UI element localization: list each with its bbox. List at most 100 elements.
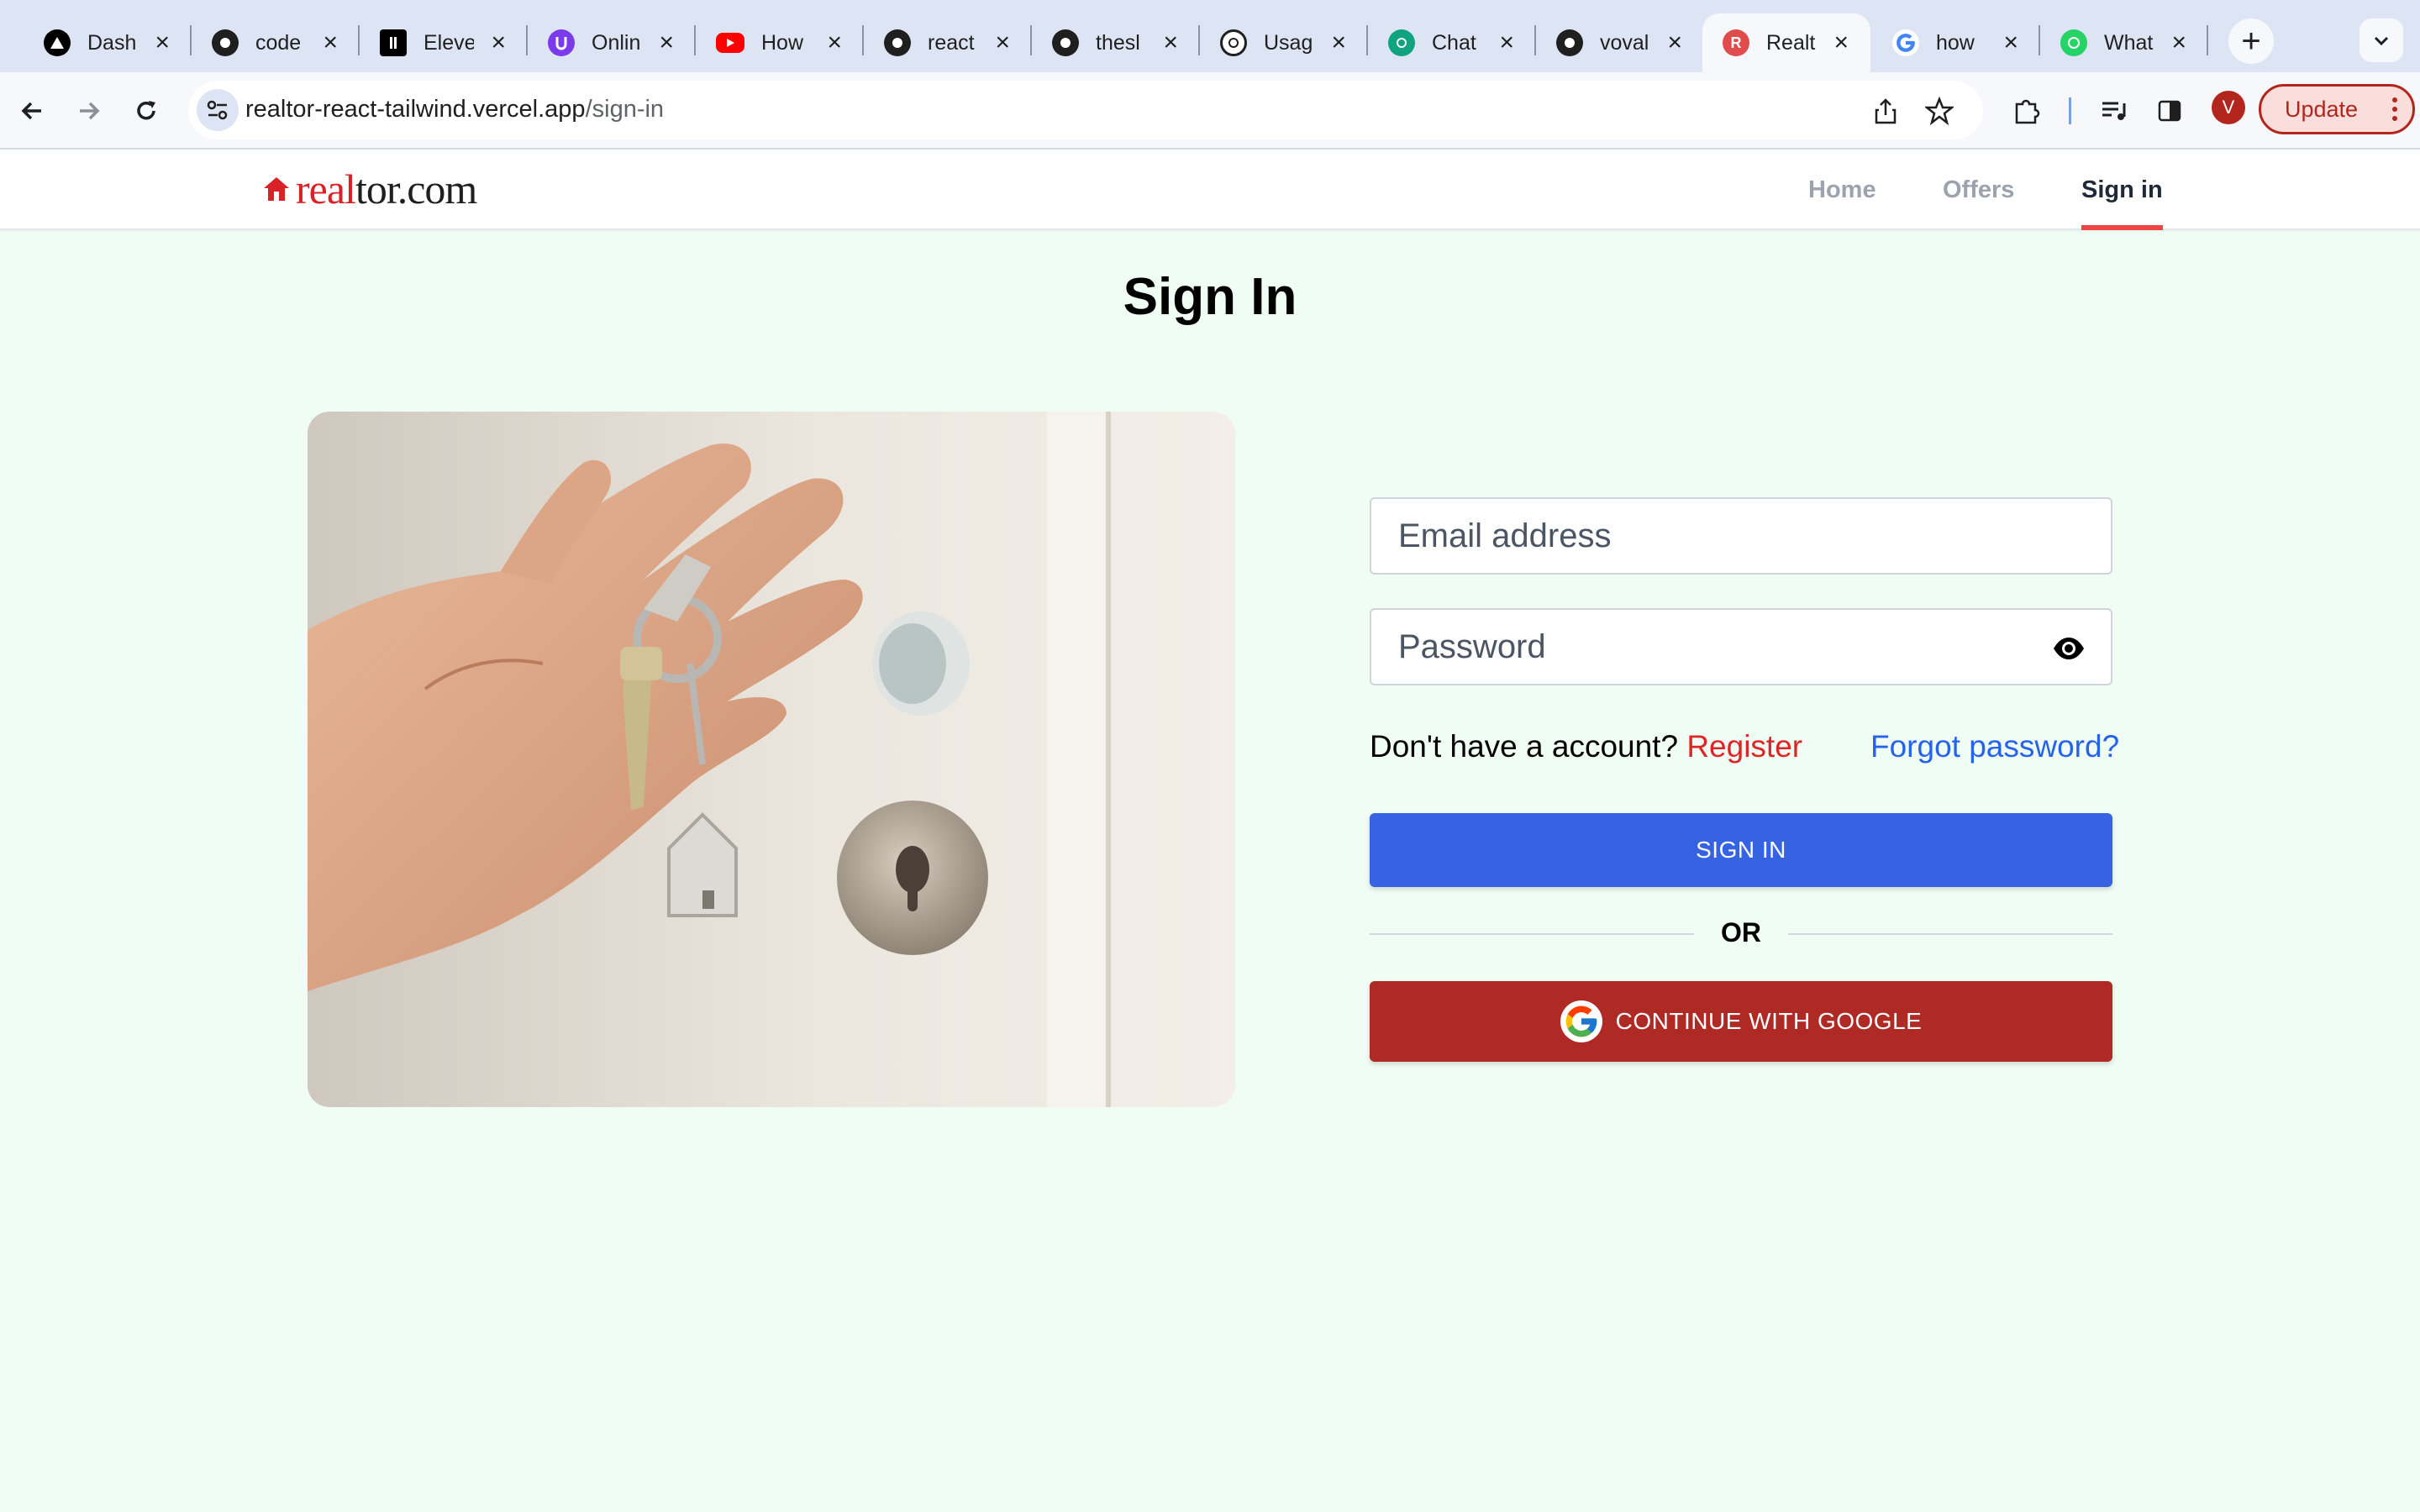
browser-tab-strip: Dash × code × Eleve × Onlin × How × reac…	[0, 0, 2420, 72]
tab-label: How	[761, 30, 804, 55]
google-button-label: CONTINUE WITH GOOGLE	[1615, 1008, 1923, 1034]
tab-close-icon[interactable]: ×	[1667, 29, 1682, 57]
tab-label: code	[255, 30, 302, 55]
tune-icon	[207, 100, 228, 120]
no-account-text: Don't have a account?	[1370, 729, 1679, 764]
or-divider-label: OR	[1721, 917, 1761, 948]
tab-label: Realt	[1766, 30, 1816, 55]
browser-tab[interactable]: Onlin ×	[528, 13, 696, 72]
github-icon	[884, 29, 911, 56]
sign-in-button[interactable]: SIGN IN	[1370, 813, 2112, 887]
media-controls-icon[interactable]	[2096, 92, 2133, 129]
share-icon[interactable]	[1869, 94, 1902, 128]
browser-tab[interactable]: thesl ×	[1032, 13, 1200, 72]
back-button[interactable]	[12, 91, 52, 131]
google-icon	[1892, 29, 1919, 56]
tab-label: how	[1936, 30, 1975, 55]
site-header: real tor.com Home Offers Sign in	[0, 150, 2420, 230]
tab-label: Onlin	[592, 30, 641, 55]
url-host: realtor-react-tailwind.vercel.app	[245, 96, 586, 123]
nav-home[interactable]: Home	[1808, 150, 1876, 230]
house-logo-icon	[264, 177, 289, 201]
password-input[interactable]	[1371, 610, 2111, 684]
logo-text-black: tor.com	[355, 165, 477, 213]
update-label: Update	[2285, 96, 2359, 122]
tab-search-button[interactable]	[2360, 18, 2403, 62]
logo-text-red: real	[296, 165, 356, 213]
tab-close-icon[interactable]: ×	[323, 29, 338, 57]
tab-close-icon[interactable]: ×	[2003, 29, 2018, 57]
continue-with-google-button[interactable]: CONTINUE WITH GOOGLE	[1370, 981, 2112, 1062]
browser-tab[interactable]: Eleve ×	[360, 13, 528, 72]
youtube-icon	[716, 33, 744, 53]
browser-tab[interactable]: how ×	[1872, 13, 2040, 72]
browser-tab[interactable]: Dash ×	[24, 13, 192, 72]
tab-label: Eleve	[424, 30, 474, 55]
realtor-r-icon: R	[1723, 29, 1749, 56]
nav-sign-in[interactable]: Sign in	[2081, 150, 2163, 230]
tab-separator	[2207, 25, 2208, 55]
email-input[interactable]	[1371, 499, 2111, 573]
tab-label: react	[928, 30, 975, 55]
eye-icon[interactable]	[2052, 633, 2086, 664]
browser-tab[interactable]: react ×	[864, 13, 1032, 72]
browser-tab[interactable]: code ×	[192, 13, 360, 72]
forward-button[interactable]	[69, 91, 109, 131]
google-icon	[1560, 1000, 1602, 1042]
tab-label: Dash	[87, 30, 137, 55]
nav-offers[interactable]: Offers	[1943, 150, 2014, 230]
tab-close-icon[interactable]: ×	[1833, 29, 1849, 57]
update-button[interactable]: Update	[2259, 84, 2415, 134]
browser-tab[interactable]: voval ×	[1536, 13, 1704, 72]
register-link[interactable]: Register	[1686, 729, 1802, 764]
browser-tab[interactable]: What ×	[2040, 13, 2208, 72]
side-panel-icon[interactable]	[2151, 92, 2188, 129]
address-bar[interactable]: realtor-react-tailwind.vercel.app/sign-i…	[188, 81, 1983, 139]
elevenlabs-icon	[380, 29, 407, 56]
browser-toolbar: realtor-react-tailwind.vercel.app/sign-i…	[0, 72, 2420, 150]
tab-close-icon[interactable]: ×	[155, 29, 170, 57]
tab-close-icon[interactable]: ×	[2171, 29, 2186, 57]
forgot-password-link[interactable]: Forgot password?	[1870, 729, 2119, 764]
chatgpt-icon	[1388, 29, 1415, 56]
bookmark-star-icon[interactable]	[1923, 94, 1956, 128]
tab-label: Usag	[1264, 30, 1313, 55]
page-title: Sign In	[1123, 268, 1297, 326]
tab-close-icon[interactable]: ×	[995, 29, 1010, 57]
tab-close-icon[interactable]: ×	[827, 29, 842, 57]
tab-close-icon[interactable]: ×	[1163, 29, 1178, 57]
site-info-button[interactable]	[197, 89, 239, 131]
url-path: /sign-in	[585, 96, 665, 123]
password-field[interactable]	[1370, 608, 2112, 685]
github-icon	[1052, 29, 1079, 56]
kebab-menu-icon[interactable]	[2392, 97, 2397, 121]
url-text[interactable]: realtor-react-tailwind.vercel.app/sign-i…	[245, 96, 664, 123]
github-icon	[212, 29, 239, 56]
extensions-icon[interactable]	[2008, 92, 2045, 129]
tab-close-icon[interactable]: ×	[1331, 29, 1346, 57]
divider-left	[1370, 933, 1694, 935]
browser-tab[interactable]: How ×	[696, 13, 864, 72]
tab-label: voval	[1600, 30, 1649, 55]
purple-logo-icon	[548, 29, 575, 56]
browser-tab[interactable]: Usag ×	[1200, 13, 1368, 72]
tab-label: What	[2104, 30, 2154, 55]
divider-right	[1788, 933, 2112, 935]
whatsapp-icon	[2060, 29, 2087, 56]
realtor-logo[interactable]: real tor.com	[262, 165, 477, 213]
triangle-logo-icon	[44, 29, 71, 56]
reload-icon	[137, 101, 155, 120]
tab-label: Chat	[1432, 30, 1476, 55]
new-tab-button[interactable]: +	[2228, 18, 2274, 64]
email-field[interactable]	[1370, 497, 2112, 575]
toolbar-divider	[2069, 97, 2071, 124]
register-prompt: Don't have a account? Register	[1370, 729, 1802, 764]
tab-close-icon[interactable]: ×	[1499, 29, 1514, 57]
profile-avatar[interactable]: V	[2212, 91, 2245, 124]
browser-tab[interactable]: Chat ×	[1368, 13, 1536, 72]
browser-tab-active[interactable]: R Realt ×	[1702, 13, 1870, 72]
reload-button[interactable]	[126, 91, 166, 131]
chevron-down-icon	[2374, 36, 2389, 46]
tab-close-icon[interactable]: ×	[659, 29, 674, 57]
tab-close-icon[interactable]: ×	[491, 29, 506, 57]
